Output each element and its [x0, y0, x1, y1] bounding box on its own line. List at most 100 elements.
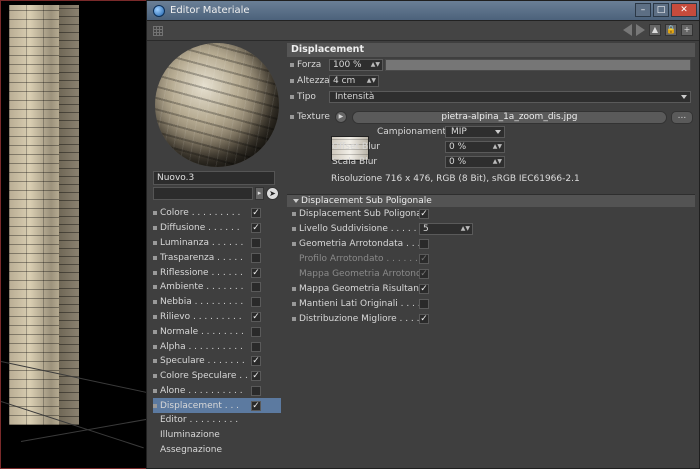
bullet-icon	[153, 270, 157, 275]
channel-checkbox[interactable]: ✓	[251, 208, 261, 219]
channel-item[interactable]: Displacement . . . ✓	[153, 398, 281, 414]
option-label: Distribuzione Migliore . . . . . . .	[299, 313, 419, 324]
pointer-icon[interactable]: ➤	[266, 187, 279, 200]
channel-item[interactable]: Colore . . . . . . . . . ✓	[153, 206, 281, 221]
maximize-button[interactable]: □	[653, 3, 669, 17]
sub-poly-row: Mappa Geometria Arrotondata✓	[287, 267, 695, 282]
filter-arrow-button[interactable]: ▸	[255, 187, 264, 200]
channel-checkbox[interactable]	[251, 282, 261, 293]
texture-label: Texture	[297, 112, 330, 122]
channel-checkbox[interactable]: ✓	[251, 267, 261, 278]
channel-item[interactable]: Nebbia . . . . . . . . .	[153, 295, 281, 310]
channel-item[interactable]: Ambiente . . . . . . .	[153, 280, 281, 295]
spinner-icon[interactable]: ▲▼	[461, 224, 470, 234]
altezza-label: Altezza	[297, 76, 330, 86]
channel-item[interactable]: Alpha . . . . . . . . . .	[153, 339, 281, 354]
option-checkbox[interactable]: ✓	[419, 209, 429, 220]
livello-input[interactable]: 5 ▲▼	[419, 223, 473, 236]
material-name-field[interactable]: Nuovo.3	[153, 171, 275, 185]
channel-item[interactable]: Luminanza . . . . . .	[153, 236, 281, 251]
channel-item[interactable]: Normale . . . . . . . .	[153, 324, 281, 339]
bullet-icon	[153, 329, 157, 334]
channel-checkbox[interactable]	[251, 385, 261, 396]
scala-blur-input[interactable]: 0 % ▲▼	[445, 156, 505, 168]
channel-item[interactable]: Alone . . . . . . . . . .	[153, 384, 281, 399]
lock-icon[interactable]: 🔒	[665, 24, 677, 36]
texture-sub-panel: Campionamento MIP Offset Blur 0 % ▲▼ Scal…	[287, 126, 695, 190]
minimize-button[interactable]: –	[635, 3, 651, 17]
tipo-value: Intensità	[335, 92, 375, 102]
collapse-triangle-icon[interactable]	[293, 198, 299, 203]
up-arrow-icon[interactable]: ▲	[649, 24, 661, 36]
offset-blur-value: 0 %	[449, 142, 467, 152]
panel-item[interactable]: Assegnazione	[153, 443, 283, 458]
channel-checkbox[interactable]: ✓	[251, 356, 261, 367]
spinner-icon[interactable]: ▲▼	[493, 142, 502, 152]
bullet-icon	[153, 300, 157, 305]
forza-input[interactable]: 100 % ▲▼	[329, 59, 383, 71]
panel-item[interactable]: Editor . . . . . . . . .	[153, 413, 283, 428]
forza-slider[interactable]	[385, 59, 691, 71]
panel-item[interactable]: Illuminazione	[153, 428, 283, 443]
channel-item[interactable]: Rilievo . . . . . . . . . ✓	[153, 310, 281, 325]
option-checkbox[interactable]	[419, 239, 429, 250]
offset-blur-input[interactable]: 0 % ▲▼	[445, 141, 505, 153]
browse-button[interactable]: ...	[670, 110, 693, 124]
texture-file-field[interactable]: pietra-alpina_1a_zoom_dis.jpg	[351, 110, 667, 124]
title-bar[interactable]: Editor Materiale – □ ✕	[147, 1, 699, 21]
channel-checkbox[interactable]	[251, 341, 261, 352]
channel-checkbox[interactable]: ✓	[251, 311, 261, 322]
bullet-icon	[153, 374, 157, 379]
channel-item[interactable]: Diffusione . . . . . . ✓	[153, 221, 281, 236]
channel-checkbox[interactable]	[251, 237, 261, 248]
viewport[interactable]	[0, 0, 150, 469]
channel-label: Alone . . . . . . . . . .	[160, 385, 243, 396]
channel-item[interactable]: Trasparenza . . . . .	[153, 250, 281, 265]
channel-item[interactable]: Riflessione . . . . . . ✓	[153, 265, 281, 280]
back-arrow-icon[interactable]	[623, 24, 632, 36]
grip-icon[interactable]	[153, 25, 163, 36]
option-checkbox[interactable]	[419, 298, 429, 309]
channel-checkbox[interactable]: ✓	[251, 400, 261, 411]
bullet-icon	[153, 240, 157, 245]
channel-checkbox[interactable]	[251, 297, 261, 308]
bullet-icon	[292, 227, 296, 232]
properties-panel: Displacement Forza 100 % ▲▼ Altezza 4 cm ▲…	[287, 43, 695, 326]
spinner-icon[interactable]: ▲▼	[367, 76, 376, 86]
material-preview[interactable]	[155, 43, 279, 167]
chevron-down-icon	[681, 95, 687, 99]
bullet-icon	[292, 286, 296, 291]
left-column: Nuovo.3 ▸ ➤ Colore . . . . . . . . . ✓ Dif…	[153, 43, 283, 458]
close-button[interactable]: ✕	[671, 3, 697, 17]
channel-label: Diffusione . . . . . .	[160, 223, 240, 234]
option-label: Mantieni Lati Originali . . . . . . .	[299, 298, 419, 309]
channel-checkbox[interactable]: ✓	[251, 223, 261, 234]
bullet-icon	[290, 95, 294, 99]
bullet-icon	[292, 257, 296, 261]
channel-checkbox[interactable]: ✓	[251, 371, 261, 382]
tipo-dropdown[interactable]: Intensità	[329, 91, 691, 103]
sub-poly-row: Displacement Sub Poligonale ✓	[287, 207, 695, 222]
option-checkbox[interactable]: ✓	[419, 313, 429, 324]
channel-filter-input[interactable]	[153, 187, 253, 200]
spinner-icon[interactable]: ▲▼	[493, 157, 502, 167]
option-checkbox[interactable]: ✓	[419, 283, 429, 294]
section-header-displacement: Displacement	[287, 43, 695, 57]
channel-item[interactable]: Colore Speculare . . ✓	[153, 369, 281, 384]
livello-value: 5	[423, 224, 429, 235]
bullet-icon	[153, 226, 157, 231]
new-panel-icon[interactable]: +	[681, 24, 693, 36]
campionamento-dropdown[interactable]: MIP	[445, 126, 505, 138]
bullet-icon	[292, 316, 296, 321]
channel-item[interactable]: Speculare . . . . . . . ✓	[153, 354, 281, 369]
spinner-icon[interactable]: ▲▼	[371, 60, 380, 70]
sub-poly-header[interactable]: Displacement Sub Poligonale	[287, 194, 695, 207]
channel-label: Speculare . . . . . . .	[160, 356, 245, 367]
channel-checkbox[interactable]	[251, 326, 261, 337]
forward-arrow-icon[interactable]	[636, 24, 645, 36]
altezza-row: Altezza 4 cm ▲▼	[287, 73, 695, 89]
altezza-input[interactable]: 4 cm ▲▼	[329, 75, 379, 87]
bullet-icon	[153, 359, 157, 364]
texture-menu-icon[interactable]: ▶	[334, 111, 347, 123]
channel-checkbox[interactable]	[251, 252, 261, 263]
